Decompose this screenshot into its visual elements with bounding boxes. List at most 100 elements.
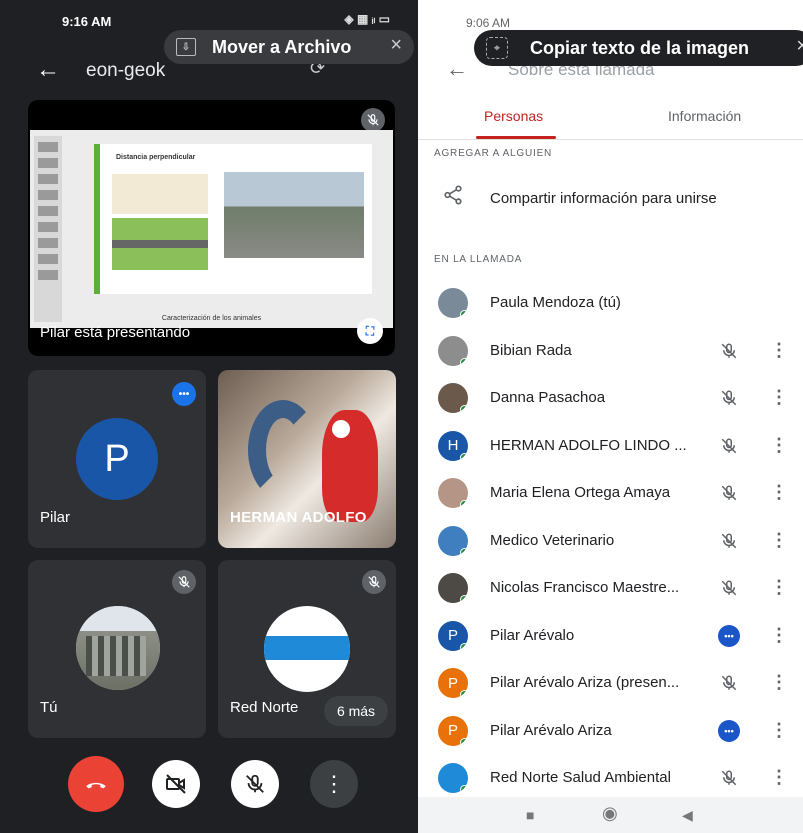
participant-tile-pilar[interactable]: ••• P Pilar [28, 370, 206, 548]
nav-back-icon[interactable]: ◀ [682, 807, 693, 824]
participant-row[interactable]: Nicolas Francisco Maestre... ⋮ [418, 565, 803, 613]
copy-text-toast[interactable]: ⌖ Copiar texto de la imagen × [474, 30, 803, 66]
more-participants-chip[interactable]: 6 más [324, 696, 388, 726]
call-controls: ⋮ [0, 756, 418, 816]
online-status-dot [460, 547, 468, 556]
participant-row[interactable]: Red Norte Salud Ambiental ⋮ [418, 755, 803, 803]
online-status-dot [460, 357, 468, 366]
share-label: Compartir información para unirse [490, 190, 717, 207]
participant-name: Bibian Rada [490, 341, 572, 359]
mic-off-icon [246, 774, 264, 793]
slide-text-block [112, 174, 208, 214]
status-icons: ◈ ▦ ᵢₗ ▭ [344, 12, 390, 26]
close-icon[interactable]: × [390, 34, 402, 57]
avatar: P [438, 715, 468, 746]
participant-row[interactable]: Maria Elena Ortega Amaya ⋮ [418, 470, 803, 518]
home-icon[interactable]: ◉ [602, 803, 618, 824]
participant-name: HERMAN ADOLFO [230, 509, 367, 526]
end-call-button[interactable] [68, 756, 124, 812]
participant-more-icon[interactable]: ⋮ [770, 387, 788, 408]
participant-name: Pilar [40, 509, 71, 526]
mic-off-icon [718, 577, 740, 599]
participant-row[interactable]: Medico Veterinario ⋮ [418, 518, 803, 566]
participant-row[interactable]: P Pilar Arévalo Ariza ••• ⋮ [418, 708, 803, 756]
avatar [264, 606, 350, 692]
online-status-dot [460, 595, 468, 603]
speaking-indicator-icon: ••• [172, 382, 196, 406]
meeting-code: eon-geok [86, 60, 166, 81]
participant-more-icon[interactable]: ⋮ [770, 340, 788, 361]
online-status-dot [460, 690, 468, 698]
tab-informacion[interactable]: Información [668, 108, 741, 124]
in-call-section-header: EN LA LLAMADA [434, 254, 523, 265]
mic-off-icon [718, 672, 740, 694]
participant-row[interactable]: Bibian Rada ⋮ [418, 328, 803, 376]
avatar [438, 525, 468, 556]
archive-icon: ⇩ [176, 38, 196, 56]
fullscreen-icon[interactable]: ⛶ [357, 318, 383, 344]
participant-more-icon[interactable]: ⋮ [770, 720, 788, 741]
speaking-indicator-icon: ••• [718, 624, 740, 647]
close-icon[interactable]: × [796, 35, 803, 58]
participant-name: Red Norte [230, 699, 299, 716]
camera-toggle-button[interactable] [152, 760, 200, 808]
participant-row[interactable]: P Pilar Arévalo ••• ⋮ [418, 613, 803, 661]
mic-off-icon [172, 570, 196, 594]
participant-more-icon[interactable]: ⋮ [770, 767, 788, 788]
avatar: P [438, 668, 468, 698]
toast-label: Mover a Archivo [212, 36, 352, 57]
camera-off-icon [166, 774, 186, 794]
participant-name: Maria Elena Ortega Amaya [490, 484, 671, 501]
presentation-tile[interactable]: Distancia perpendicular Caracterización … [28, 100, 395, 356]
participant-name: Red Norte Salud Ambiental [490, 769, 671, 786]
mic-off-icon [718, 387, 740, 409]
add-section-header: AGREGAR A ALGUIEN [434, 148, 553, 159]
shared-slide: Distancia perpendicular Caracterización … [30, 130, 393, 328]
participant-name: Pilar Arévalo [490, 626, 575, 644]
participant-row[interactable]: Paula Mendoza (tú) [418, 280, 803, 328]
participant-more-icon[interactable]: ⋮ [770, 672, 788, 693]
back-arrow-icon[interactable]: ← [446, 56, 468, 82]
participant-more-icon[interactable]: ⋮ [770, 625, 788, 646]
participant-name: Paula Mendoza (tú) [490, 294, 621, 311]
share-join-info-button[interactable]: Compartir información para unirse [418, 176, 803, 220]
participant-row[interactable]: Danna Pasachoa ⋮ [418, 375, 803, 423]
mic-off-icon [718, 767, 740, 789]
participant-more-icon[interactable]: ⋮ [770, 435, 788, 456]
participant-more-icon[interactable]: ⋮ [770, 482, 788, 503]
avatar: P [438, 620, 468, 651]
status-time: 9:16 AM [62, 14, 112, 29]
more-options-button[interactable]: ⋮ [310, 760, 358, 808]
participant-row[interactable]: H HERMAN ADOLFO LINDO ... ⋮ [418, 423, 803, 471]
slide-title: Distancia perpendicular [116, 154, 196, 161]
move-to-file-toast[interactable]: ⇩ Mover a Archivo × [164, 30, 414, 64]
active-tab-indicator [476, 136, 556, 139]
recents-icon[interactable]: ■ [526, 807, 534, 823]
toast-label: Copiar texto de la imagen [530, 37, 750, 58]
mic-off-icon [361, 108, 385, 132]
participant-row[interactable]: P Pilar Arévalo Ariza (presen... ⋮ [418, 660, 803, 708]
online-status-dot [460, 785, 468, 793]
online-status-dot [460, 405, 468, 413]
participant-tile-herman[interactable]: HERMAN ADOLFO [218, 370, 396, 548]
avatar: P [76, 418, 158, 500]
online-status-dot [460, 737, 468, 746]
online-status-dot [460, 310, 468, 318]
participant-name: Tú [40, 699, 58, 716]
participant-tile-self[interactable]: Tú [28, 560, 206, 738]
avatar [76, 606, 160, 690]
status-bar: 9:16 AM ◈ ▦ ᵢₗ ▭ [0, 0, 418, 34]
participant-list: Paula Mendoza (tú) Bibian Rada ⋮ Danna Pasa… [418, 280, 803, 803]
participant-name: Nicolas Francisco Maestre... [490, 579, 680, 596]
mic-toggle-button[interactable] [231, 760, 279, 808]
participant-tile-red-norte[interactable]: Red Norte 6 más [218, 560, 396, 738]
call-details-screen: 9:06 AM ← Sobre esta llamada ⌖ Copiar te… [418, 0, 803, 833]
participant-more-icon[interactable]: ⋮ [770, 577, 788, 598]
participant-name: HERMAN ADOLFO LINDO ... [490, 436, 687, 454]
tab-personas[interactable]: Personas [484, 108, 543, 124]
hang-up-icon [86, 782, 106, 789]
avatar [438, 478, 468, 508]
status-time: 9:06 AM [466, 16, 511, 30]
back-arrow-icon[interactable]: ← [36, 56, 60, 84]
participant-more-icon[interactable]: ⋮ [770, 530, 788, 551]
